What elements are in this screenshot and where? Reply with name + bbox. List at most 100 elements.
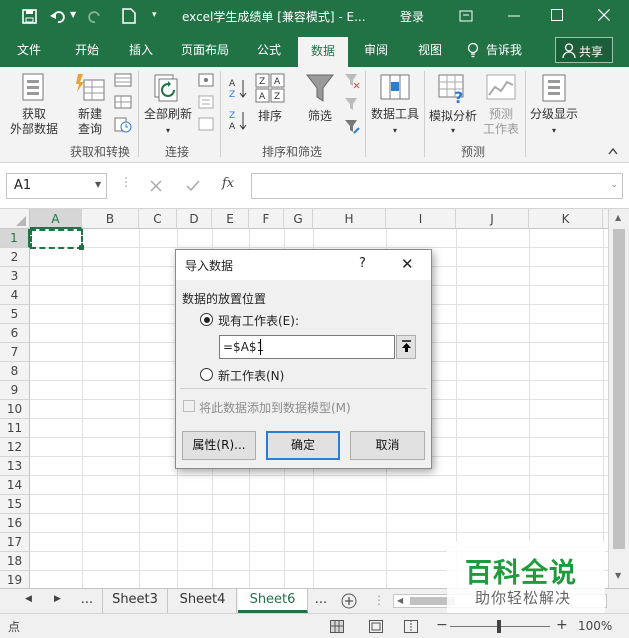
prev-sheet-icon[interactable]: ◀ (25, 594, 32, 604)
sort-asc-icon[interactable]: AZ (228, 77, 248, 99)
page-break-view-icon[interactable] (404, 620, 418, 633)
row-header[interactable]: 17 (0, 533, 30, 552)
share-button[interactable]: 共享 (555, 37, 613, 63)
selected-cell-a1[interactable] (30, 229, 83, 249)
scroll-thumb[interactable] (613, 229, 625, 549)
login-link[interactable]: 登录 (400, 8, 424, 25)
row-header[interactable]: 2 (0, 248, 30, 267)
tab-formulas[interactable]: 公式 (248, 33, 290, 67)
sort-desc-icon[interactable]: ZA (228, 109, 248, 131)
normal-view-icon[interactable] (330, 620, 344, 633)
dialog-close-button[interactable]: ✕ (401, 255, 414, 273)
radio-existing-sheet[interactable] (200, 313, 213, 326)
get-external-data-button[interactable]: 获取 外部数据 (4, 69, 64, 141)
cancel-button[interactable]: 取消 (350, 431, 425, 460)
outline-button[interactable]: 分级显示 ▾ (527, 69, 581, 141)
tell-me-box[interactable]: 告诉我 (480, 33, 528, 67)
collapse-ribbon-icon[interactable] (608, 147, 618, 155)
row-header[interactable]: 4 (0, 286, 30, 305)
column-header[interactable]: H (313, 209, 386, 229)
name-box-dropdown-icon[interactable]: ▼ (95, 180, 101, 189)
page-layout-view-icon[interactable] (369, 620, 383, 633)
filter-button[interactable]: 筛选 (300, 69, 340, 141)
sheet-tab-sheet3[interactable]: Sheet3 (102, 589, 168, 613)
sort-button[interactable]: ZAAZ 排序 (252, 69, 288, 141)
zoom-slider-thumb[interactable] (497, 620, 501, 633)
show-queries-icon[interactable] (114, 73, 132, 87)
zoom-in-icon[interactable]: + (556, 617, 568, 633)
column-header[interactable]: E (212, 209, 249, 229)
name-box[interactable]: A1 ▼ (6, 173, 107, 199)
existing-sheet-label[interactable]: 现有工作表(E): (218, 312, 299, 329)
new-query-button[interactable]: 新建 查询 (68, 69, 112, 141)
undo-dropdown-icon[interactable]: ▼ (70, 10, 76, 19)
ribbon-display-icon[interactable] (459, 10, 473, 22)
formula-input[interactable]: ⌄ (251, 173, 623, 199)
what-if-analysis-button[interactable]: ? 模拟分析 ▾ (426, 69, 480, 141)
select-all-corner[interactable] (0, 209, 30, 229)
add-sheet-icon[interactable] (341, 593, 357, 609)
column-header[interactable]: C (139, 209, 177, 229)
sheet-tab-more-right[interactable]: ... (310, 589, 332, 613)
column-header[interactable]: D (177, 209, 212, 229)
row-header[interactable]: 6 (0, 324, 30, 343)
column-header[interactable]: I (386, 209, 456, 229)
connections-icon[interactable] (198, 73, 214, 87)
minimize-icon[interactable] (508, 15, 520, 17)
tab-page-layout[interactable]: 页面布局 (172, 33, 238, 67)
row-header[interactable]: 5 (0, 305, 30, 324)
zoom-level[interactable]: 100% (578, 619, 612, 633)
row-header[interactable]: 8 (0, 362, 30, 381)
scroll-up-icon[interactable]: ▲ (615, 213, 621, 222)
tab-split-grip-icon[interactable]: ⋮ (373, 593, 385, 607)
column-header[interactable]: A (30, 209, 82, 229)
row-header[interactable]: 13 (0, 457, 30, 476)
advanced-filter-icon[interactable] (344, 119, 360, 135)
data-tools-button[interactable]: 数据工具 ▾ (368, 69, 422, 141)
tab-review[interactable]: 审阅 (356, 33, 396, 67)
column-header[interactable]: F (249, 209, 284, 229)
vertical-scrollbar[interactable]: ▲ ▼ (608, 209, 629, 588)
new-sheet-label[interactable]: 新工作表(N) (218, 367, 284, 384)
row-header[interactable]: 16 (0, 514, 30, 533)
maximize-icon[interactable] (551, 9, 563, 21)
undo-icon[interactable] (50, 9, 68, 24)
radio-new-sheet[interactable] (200, 368, 213, 381)
row-header[interactable]: 3 (0, 267, 30, 286)
next-sheet-icon[interactable]: ▶ (54, 594, 61, 604)
save-icon[interactable] (22, 9, 37, 24)
column-header[interactable]: G (284, 209, 313, 229)
tab-view[interactable]: 视图 (410, 33, 450, 67)
row-header[interactable]: 11 (0, 419, 30, 438)
fill-handle[interactable] (79, 245, 84, 250)
tab-home[interactable]: 开始 (66, 33, 108, 67)
recent-sources-icon[interactable] (114, 117, 132, 133)
tab-data[interactable]: 数据 (298, 37, 348, 67)
collapse-dialog-button[interactable] (396, 335, 416, 359)
row-header[interactable]: 14 (0, 476, 30, 495)
tab-insert[interactable]: 插入 (120, 33, 162, 67)
customize-qat-icon[interactable]: ▾ (152, 10, 157, 20)
row-header[interactable]: 12 (0, 438, 30, 457)
tab-file[interactable]: 文件 (8, 33, 50, 67)
sheet-tab-sheet4[interactable]: Sheet4 (169, 589, 237, 613)
from-table-icon[interactable] (114, 95, 132, 109)
row-header[interactable]: 7 (0, 343, 30, 362)
column-header[interactable]: K (529, 209, 603, 229)
new-file-icon[interactable] (122, 8, 136, 24)
scroll-down-icon[interactable]: ▼ (615, 571, 621, 580)
row-header[interactable]: 10 (0, 400, 30, 419)
close-icon[interactable] (598, 9, 610, 21)
column-header[interactable]: J (456, 209, 529, 229)
refresh-all-button[interactable]: 全部刷新 ▾ (142, 69, 194, 141)
sheet-tab-sheet6[interactable]: Sheet6 (238, 589, 308, 613)
zoom-out-icon[interactable]: − (436, 617, 448, 633)
row-header[interactable]: 15 (0, 495, 30, 514)
expand-formula-icon[interactable]: ⌄ (610, 180, 618, 190)
column-header[interactable]: B (82, 209, 139, 229)
scroll-left-icon[interactable]: ◀ (397, 596, 403, 605)
row-header[interactable]: 1 (0, 229, 30, 248)
properties-button[interactable]: 属性(R)... (182, 431, 256, 460)
row-header[interactable]: 18 (0, 552, 30, 571)
cell-reference-input[interactable]: =$A$1 (219, 335, 416, 359)
